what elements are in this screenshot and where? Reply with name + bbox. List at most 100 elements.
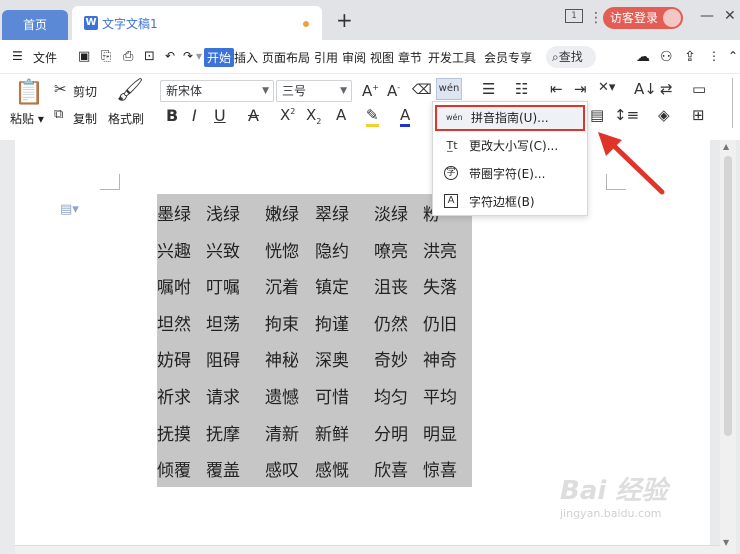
increase-indent-icon[interactable]: ⇥ — [574, 80, 587, 98]
avatar — [663, 9, 681, 27]
cut-icon[interactable]: ✂ — [54, 80, 67, 98]
collapse-ribbon-icon[interactable]: ⌃ — [728, 49, 738, 63]
menu-item-enclosed-character[interactable]: 字 带圈字符(E)... — [435, 161, 585, 187]
menu-item-character-border[interactable]: A 字符边框(B) — [435, 189, 585, 215]
word-cell: 倾覆 — [157, 461, 191, 482]
print-icon[interactable]: ⎙ — [123, 49, 133, 64]
direction-icon[interactable]: ⇄ — [660, 80, 673, 98]
tab-review[interactable]: 审阅 — [342, 49, 366, 66]
decrease-indent-icon[interactable]: ⇤ — [550, 80, 563, 98]
italic-icon[interactable]: I — [192, 106, 197, 125]
word-cell: 平均 — [423, 388, 457, 408]
shading-icon[interactable]: ◈ — [658, 106, 670, 124]
word-cell: 坦然 — [157, 314, 191, 335]
undo-icon[interactable]: ↶ — [165, 49, 175, 63]
menu-more-icon[interactable]: ⋮ — [589, 10, 603, 26]
word-cell: 恍惚 — [265, 241, 299, 262]
new-tab-button[interactable]: + — [336, 10, 353, 30]
bold-icon[interactable]: B — [166, 106, 178, 125]
cloud-icon[interactable]: ☁ — [636, 49, 650, 65]
paragraph-handle-icon[interactable]: ▤▾ — [60, 202, 79, 217]
border-icon[interactable]: ⊞ — [692, 106, 705, 124]
decrease-font-icon[interactable]: A- — [387, 82, 400, 100]
collaborate-icon[interactable]: ⚇ — [660, 49, 673, 65]
word-cell: 可惜 — [315, 388, 349, 408]
distribute-align-icon[interactable]: ▤ — [590, 106, 604, 124]
clear-format-icon[interactable]: ⌫ — [412, 82, 432, 98]
format-painter-button[interactable]: 格式刷 — [108, 110, 144, 127]
word-cell: 覆盖 — [206, 461, 240, 482]
text-effect-icon[interactable]: A — [336, 106, 346, 124]
word-cell: 淡绿 — [374, 205, 408, 225]
tab-developer[interactable]: 开发工具 — [428, 49, 476, 66]
tab-member[interactable]: 会员专享 — [484, 49, 532, 66]
font-size-select[interactable]: 三号 ▼ — [276, 80, 352, 102]
word-cell: 感叹 — [265, 461, 299, 482]
menu-item-change-case[interactable]: T̲t 更改大小写(C)... — [435, 133, 585, 159]
tab-view[interactable]: 视图 — [370, 49, 394, 66]
tab-reference[interactable]: 引用 — [314, 49, 338, 66]
chinese-layout-icon[interactable]: ✕▾ — [598, 80, 615, 95]
font-color-icon[interactable]: A — [400, 106, 411, 127]
cut-button[interactable]: 剪切 — [73, 83, 97, 100]
save-icon[interactable]: ▣ — [78, 49, 90, 64]
tab-document[interactable]: W 文字文稿1 — [72, 6, 322, 40]
line-spacing-icon[interactable]: ↕≡ — [614, 106, 639, 124]
highlight-icon[interactable]: ✎ — [366, 106, 379, 127]
hamburger-icon[interactable]: ☰ — [12, 49, 23, 63]
enclosed-char-icon: 字 — [444, 166, 458, 180]
copy-button[interactable]: 复制 — [73, 110, 97, 127]
minimize-button[interactable]: — — [700, 8, 714, 24]
tab-chapter[interactable]: 章节 — [398, 49, 422, 66]
word-cell: 仍旧 — [423, 314, 457, 335]
word-cell: 嘹亮 — [374, 241, 408, 262]
paste-icon[interactable]: 📋 — [14, 78, 44, 106]
strikethrough-icon[interactable]: A — [248, 106, 259, 125]
bullet-list-icon[interactable]: ☰ — [482, 80, 495, 98]
horizontal-scrollbar[interactable] — [15, 545, 720, 554]
change-case-icon: T̲t — [446, 139, 458, 152]
redo-icon[interactable]: ↷ — [183, 49, 193, 63]
share-icon[interactable]: ⇪ — [684, 49, 696, 65]
menu-item-pinyin-guide[interactable]: wén 拼音指南(U)... — [435, 105, 585, 131]
search-button[interactable]: ⌕查找 — [546, 46, 596, 68]
menu-item-label: 更改大小写(C)... — [469, 139, 559, 153]
scroll-up-icon[interactable]: ▲ — [723, 142, 729, 151]
word-cell: 惊喜 — [423, 461, 457, 482]
show-marks-icon[interactable]: ▭ — [692, 80, 706, 98]
numbered-list-icon[interactable]: ☷ — [515, 80, 528, 98]
tab-insert[interactable]: 插入 — [234, 49, 258, 66]
font-name-select[interactable]: 新宋体 ▼ — [160, 80, 274, 102]
preview-icon[interactable]: ⊡ — [144, 49, 155, 64]
style-gallery[interactable] — [732, 78, 740, 128]
subscript-icon[interactable]: X2 — [306, 106, 321, 126]
quick-access-more-icon[interactable]: ▾ — [196, 49, 202, 63]
menu-item-label: 拼音指南(U)... — [471, 111, 549, 125]
scroll-thumb[interactable] — [724, 156, 732, 436]
close-button[interactable]: ✕ — [724, 8, 736, 24]
copy-icon[interactable]: ⧉ — [54, 107, 63, 122]
export-icon[interactable]: ⎘ — [101, 49, 111, 64]
word-cell: 拘谨 — [315, 314, 349, 335]
increase-font-icon[interactable]: A+ — [362, 82, 379, 100]
font-size-value: 三号 — [282, 84, 307, 98]
login-button[interactable]: 访客登录 — [603, 7, 683, 29]
window-count-icon[interactable]: 1 — [565, 9, 583, 23]
superscript-icon[interactable]: X2 — [280, 106, 295, 124]
word-cell: 浅绿 — [206, 205, 240, 225]
tab-page-layout[interactable]: 页面布局 — [262, 49, 310, 66]
menu-file[interactable]: 文件 — [33, 49, 57, 66]
vertical-scrollbar[interactable]: ▲ ▼ — [720, 140, 736, 554]
tab-home[interactable]: 首页 — [2, 10, 68, 40]
tab-start[interactable]: 开始 — [204, 48, 235, 67]
sort-icon[interactable]: A↓ — [634, 80, 657, 98]
watermark: Bai 经验 jingyan.baidu.com — [560, 470, 700, 520]
word-cell: 请求 — [206, 388, 240, 408]
pinyin-guide-icon[interactable]: wén — [436, 78, 462, 100]
format-painter-icon[interactable]: 🖌 — [116, 78, 144, 103]
pinyin-guide-icon: wén — [446, 113, 463, 122]
scroll-down-icon[interactable]: ▼ — [723, 538, 729, 547]
underline-icon[interactable]: U — [214, 106, 226, 125]
more-options-icon[interactable]: ⋮ — [708, 49, 720, 63]
paste-button[interactable]: 粘贴 ▾ — [10, 110, 44, 127]
